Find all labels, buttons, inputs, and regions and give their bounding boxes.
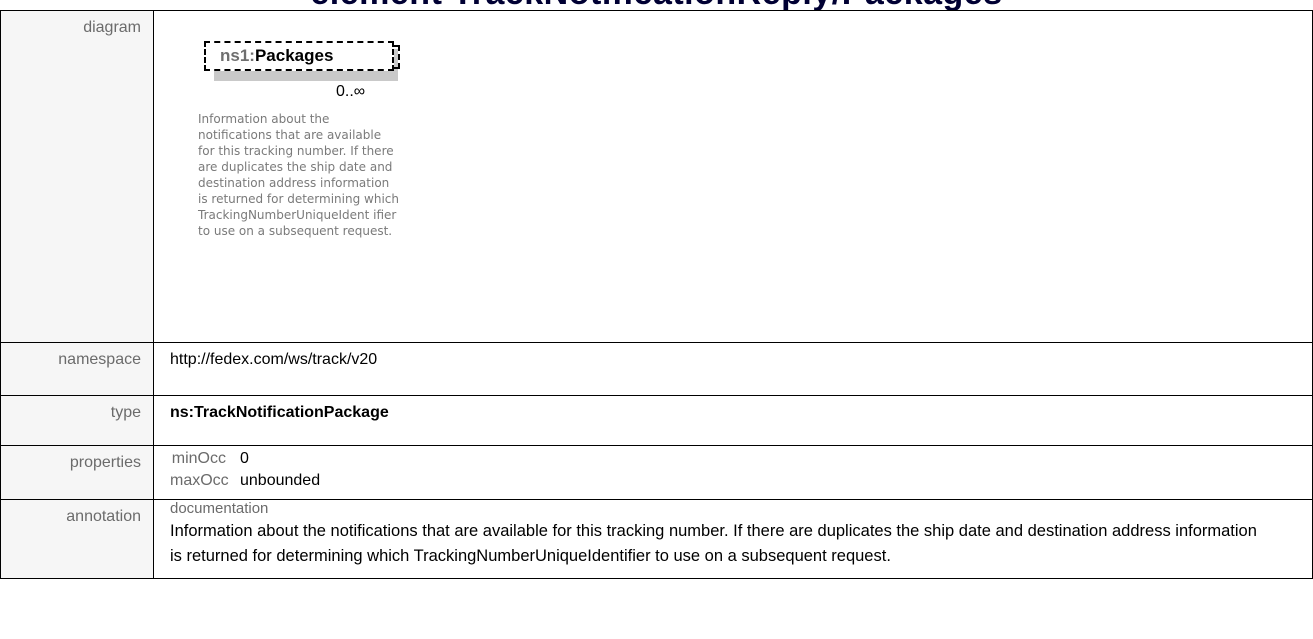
diagram-cell: ns1: Packages 0..∞ Information about the … [153,10,1313,343]
namespace-row: namespace http://fedex.com/ws/track/v20 [0,342,1313,396]
annotation-cell: documentation Information about the noti… [153,499,1313,579]
diagram-row: diagram ns1: Packages 0..∞ Information ab… [0,10,1313,343]
node-namespace-prefix: ns1: [220,46,255,65]
annotation-label: annotation [0,499,154,579]
node-name: Packages [254,46,334,65]
namespace-label: namespace [0,342,154,396]
type-label: type [0,395,154,446]
properties-row: properties minOcc 0 maxOcc unbounded [0,445,1313,500]
diagram-label: diagram [0,10,154,343]
property-value: unbounded [240,472,321,489]
node-box[interactable]: ns1: Packages [204,41,394,71]
element-node[interactable]: ns1: Packages [204,41,400,81]
type-value[interactable]: ns:TrackNotificationPackage [153,395,1313,446]
properties-cell: minOcc 0 maxOcc unbounded [153,445,1313,500]
properties-label: properties [0,445,154,500]
documentation-text: Information about the notifications that… [170,522,1257,565]
property-minocc: minOcc 0 [170,448,1312,470]
property-maxocc: maxOcc unbounded [170,470,1312,492]
property-name: minOcc [171,450,226,467]
namespace-value: http://fedex.com/ws/track/v20 [153,342,1313,396]
node-documentation: Information about the notifications that… [198,112,399,238]
documentation-label: documentation [170,500,269,517]
property-value: 0 [240,450,249,467]
property-name: maxOcc [170,472,229,489]
element-properties-table: diagram ns1: Packages 0..∞ Information ab… [0,10,1313,579]
type-row: type ns:TrackNotificationPackage [0,395,1313,446]
node-cardinality: 0..∞ [336,83,366,100]
annotation-row: annotation documentation Information abo… [0,499,1313,579]
